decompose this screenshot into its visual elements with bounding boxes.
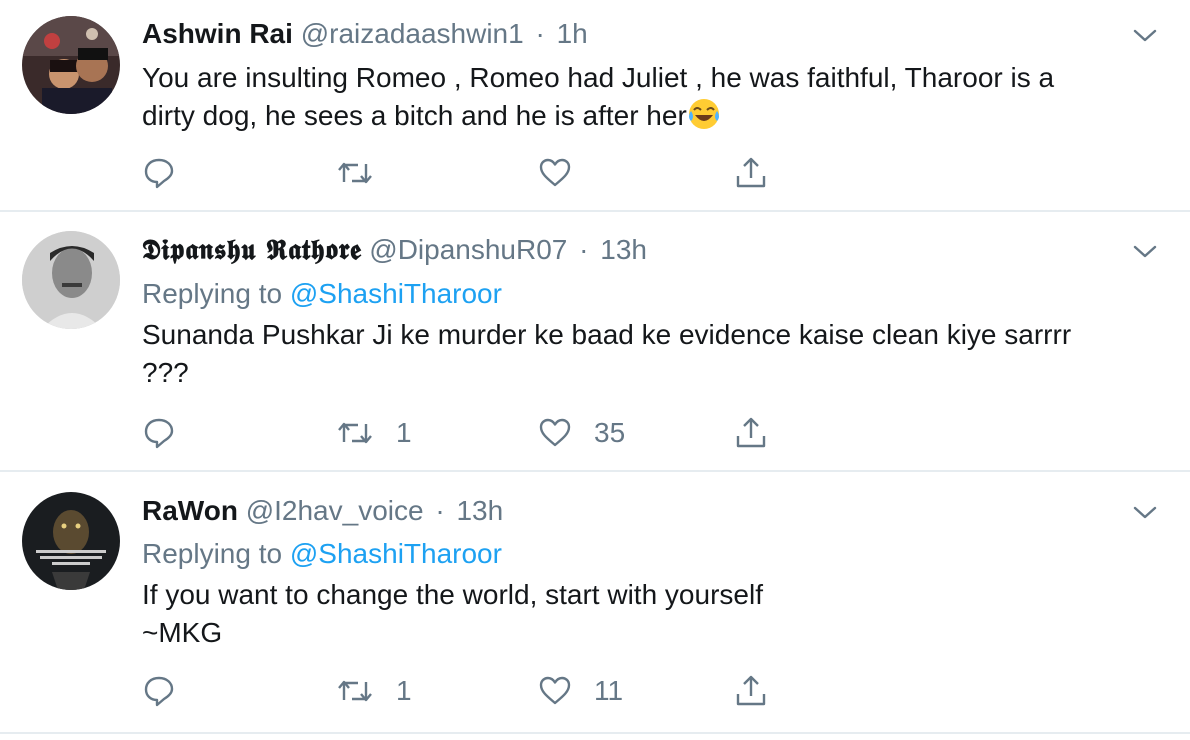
tweet-text: Sunanda Pushkar Ji ke murder ke baad ke … bbox=[142, 316, 1152, 392]
retweet-count: 1 bbox=[396, 675, 412, 706]
share-button[interactable] bbox=[734, 415, 768, 451]
retweet-icon bbox=[338, 162, 372, 184]
tweet-text-line: If you want to change the world, start w… bbox=[142, 579, 763, 610]
separator: · bbox=[435, 495, 445, 526]
tweet-text-segment: dirty dog, he sees a bitch and he is aft… bbox=[142, 100, 687, 131]
replying-to: Replying to @ShashiTharoor bbox=[142, 276, 502, 312]
reply-icon bbox=[144, 676, 174, 707]
retweet-button[interactable]: 1 bbox=[336, 415, 412, 451]
timestamp[interactable]: 13h bbox=[456, 495, 503, 526]
reply-icon bbox=[144, 158, 174, 189]
like-icon bbox=[539, 158, 571, 187]
like-button[interactable] bbox=[538, 155, 594, 191]
tweet-header: 𝕯𝖎𝖕𝖆𝖓𝖘𝖍𝖚 𝕽𝖆𝖙𝖍𝖔𝖗𝖊 @DipanshuR07 · 13h bbox=[142, 232, 647, 268]
face-with-tears-of-joy-icon bbox=[688, 99, 719, 129]
like-count: 11 bbox=[594, 675, 624, 706]
tweet-actions bbox=[142, 155, 842, 191]
user-handle[interactable]: @I2hav_voice bbox=[246, 495, 424, 526]
retweet-button[interactable] bbox=[336, 155, 396, 191]
like-count: 35 bbox=[594, 417, 626, 448]
avatar[interactable] bbox=[22, 492, 120, 590]
timestamp[interactable]: 1h bbox=[557, 18, 588, 49]
share-icon bbox=[736, 417, 766, 448]
mention-link[interactable]: @ShashiTharoor bbox=[290, 538, 502, 569]
like-button[interactable]: 35 bbox=[538, 415, 625, 451]
mention-link[interactable]: @ShashiTharoor bbox=[290, 278, 502, 309]
display-name[interactable]: 𝕯𝖎𝖕𝖆𝖓𝖘𝖍𝖚 𝕽𝖆𝖙𝖍𝖔𝖗𝖊 bbox=[142, 233, 362, 266]
user-handle[interactable]: @raizadaashwin1 bbox=[301, 18, 524, 49]
tweet-text-line: Sunanda Pushkar Ji ke murder ke baad ke … bbox=[142, 319, 1072, 350]
retweet-icon bbox=[338, 422, 372, 444]
tweet-text-line: ~MKG bbox=[142, 617, 223, 648]
replying-to-label: Replying to bbox=[142, 538, 290, 569]
chevron-down-icon[interactable] bbox=[1132, 22, 1158, 48]
tweet[interactable]: 𝕯𝖎𝖕𝖆𝖓𝖘𝖍𝖚 𝕽𝖆𝖙𝖍𝖔𝖗𝖊 @DipanshuR07 · 13h Repl… bbox=[0, 212, 1190, 472]
chevron-down-icon[interactable] bbox=[1132, 499, 1158, 525]
like-icon bbox=[539, 418, 571, 447]
display-name[interactable]: Ashwin Rai bbox=[142, 18, 293, 49]
share-icon bbox=[736, 157, 766, 188]
retweet-icon bbox=[338, 680, 372, 702]
like-icon bbox=[539, 676, 571, 705]
avatar[interactable] bbox=[22, 16, 120, 114]
share-button[interactable] bbox=[734, 155, 768, 191]
avatar[interactable] bbox=[22, 231, 120, 329]
tweet[interactable]: Ashwin Rai @raizadaashwin1 · 1h You are … bbox=[0, 0, 1190, 212]
share-button[interactable] bbox=[734, 673, 768, 709]
retweet-count: 1 bbox=[396, 417, 412, 448]
tweet-text-line: ??? bbox=[142, 357, 189, 388]
tweet-text: You are insulting Romeo , Romeo had Juli… bbox=[142, 59, 1152, 135]
tweet-text: If you want to change the world, start w… bbox=[142, 576, 1152, 652]
tweet-text-line: dirty dog, he sees a bitch and he is aft… bbox=[142, 97, 1152, 135]
tweet-actions: 1 11 bbox=[142, 673, 842, 709]
reply-icon bbox=[144, 418, 174, 449]
reply-button[interactable] bbox=[142, 415, 176, 451]
display-name[interactable]: RaWon bbox=[142, 495, 238, 526]
chevron-down-icon[interactable] bbox=[1132, 238, 1158, 264]
like-button[interactable]: 11 bbox=[538, 673, 623, 709]
tweet-actions: 1 35 bbox=[142, 415, 842, 451]
tweet-header: Ashwin Rai @raizadaashwin1 · 1h bbox=[142, 16, 588, 52]
timestamp[interactable]: 13h bbox=[600, 234, 647, 265]
separator: · bbox=[579, 234, 589, 265]
separator: · bbox=[535, 18, 545, 49]
tweet[interactable]: RaWon @I2hav_voice · 13h Replying to @Sh… bbox=[0, 472, 1190, 734]
share-icon bbox=[736, 675, 766, 706]
user-handle[interactable]: @DipanshuR07 bbox=[369, 234, 567, 265]
tweet-header: RaWon @I2hav_voice · 13h bbox=[142, 493, 503, 529]
tweet-text-line: You are insulting Romeo , Romeo had Juli… bbox=[142, 62, 1055, 93]
replying-to-label: Replying to bbox=[142, 278, 290, 309]
retweet-button[interactable]: 1 bbox=[336, 673, 412, 709]
reply-button[interactable] bbox=[142, 673, 176, 709]
replying-to: Replying to @ShashiTharoor bbox=[142, 536, 502, 572]
reply-button[interactable] bbox=[142, 155, 176, 191]
